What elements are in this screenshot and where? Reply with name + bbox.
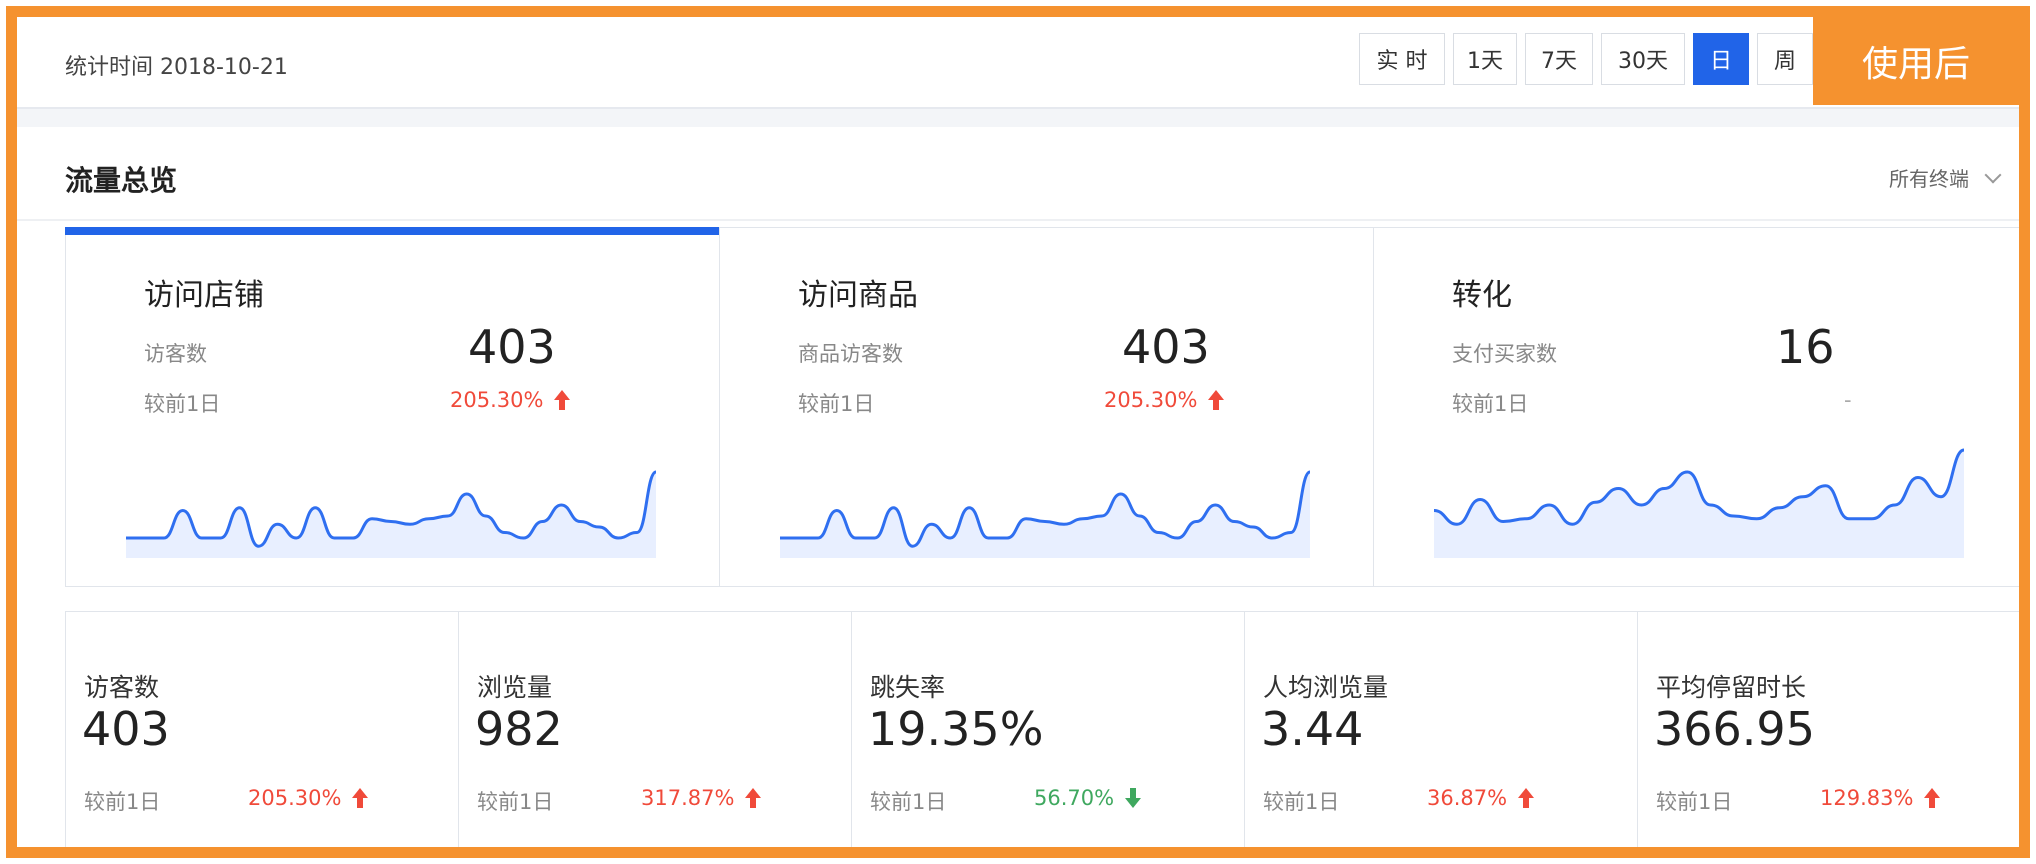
kpi-change: 317.87% [641, 786, 762, 810]
kpi-avg-stay-duration[interactable]: 平均停留时长 366.95 较前1日 129.83% [1637, 611, 2019, 847]
kpi-compare-label: 较前1日 [84, 790, 161, 814]
range-day-button[interactable]: 日 [1693, 33, 1749, 85]
sparkline-chart [780, 470, 1310, 558]
arrow-down-icon [1125, 788, 1142, 808]
panel-divider [17, 219, 2019, 221]
range-30day-button[interactable]: 30天 [1601, 33, 1685, 85]
range-realtime-button[interactable]: 实 时 [1359, 33, 1445, 85]
card-visit-store[interactable]: 访问店铺 访客数 403 较前1日 205.30% [65, 227, 720, 587]
sparkline-area [780, 472, 1310, 558]
arrow-up-icon [1518, 788, 1535, 808]
kpi-label: 跳失率 [870, 673, 946, 702]
sparkline-chart [1434, 448, 1964, 558]
kpi-value: 982 [475, 702, 563, 756]
overview-cards: 访问店铺 访客数 403 较前1日 205.30% 访问商品 商品访客数 403… [65, 227, 2019, 587]
card-change-value: 205.30% [1104, 388, 1198, 412]
arrow-up-icon [1924, 788, 1941, 808]
sparkline-area [126, 472, 656, 558]
range-7day-button[interactable]: 7天 [1525, 33, 1593, 85]
kpi-label: 平均停留时长 [1656, 673, 1807, 702]
time-range-selector: 实 时 1天 7天 30天 日 周 [1359, 33, 1813, 85]
kpi-compare-label: 较前1日 [477, 790, 554, 814]
range-1day-button[interactable]: 1天 [1453, 33, 1517, 85]
kpi-change-value: 56.70% [1034, 786, 1115, 810]
card-change-value: 205.30% [450, 388, 544, 412]
kpi-value: 19.35% [868, 702, 1044, 756]
arrow-up-icon [352, 788, 369, 808]
kpi-change: 129.83% [1820, 786, 1941, 810]
card-change: - [1844, 388, 1852, 412]
sparkline-area [1434, 450, 1964, 558]
kpi-change-value: 36.87% [1427, 786, 1508, 810]
kpi-change-value: 205.30% [248, 786, 342, 810]
top-bar: 统计时间 2018-10-21 实 时 1天 7天 30天 日 周 [17, 17, 2019, 109]
card-conversion[interactable]: 转化 支付买家数 16 较前1日 - [1373, 227, 2019, 587]
kpi-change: 205.30% [248, 786, 369, 810]
kpi-compare-label: 较前1日 [1656, 790, 1733, 814]
range-week-button[interactable]: 周 [1757, 33, 1813, 85]
kpi-value: 403 [82, 702, 170, 756]
card-metric-label: 支付买家数 [1452, 342, 1557, 366]
kpi-value: 3.44 [1261, 702, 1364, 756]
kpi-change-value: 129.83% [1820, 786, 1914, 810]
card-compare-label: 较前1日 [144, 392, 221, 416]
card-title: 访问店铺 [144, 278, 264, 313]
screenshot-frame: 使用后 统计时间 2018-10-21 实 时 1天 7天 30天 日 周 流量… [6, 6, 2030, 858]
card-visit-product[interactable]: 访问商品 商品访客数 403 较前1日 205.30% [719, 227, 1374, 587]
kpi-row: 访客数 403 较前1日 205.30% 浏览量 982 较前1日 317.87… [65, 611, 2019, 847]
card-compare-label: 较前1日 [798, 392, 875, 416]
panel-title: 流量总览 [65, 164, 178, 197]
kpi-pageviews[interactable]: 浏览量 982 较前1日 317.87% [458, 611, 852, 847]
kpi-label: 浏览量 [477, 673, 553, 702]
terminal-select-label: 所有终端 [1889, 167, 1969, 191]
kpi-bounce-rate[interactable]: 跳失率 19.35% 较前1日 56.70% [851, 611, 1245, 847]
kpi-visitors[interactable]: 访客数 403 较前1日 205.30% [65, 611, 459, 847]
sparkline-chart [126, 470, 656, 558]
card-title: 转化 [1452, 278, 1512, 313]
arrow-up-icon [745, 788, 762, 808]
arrow-up-icon [554, 390, 571, 410]
kpi-compare-label: 较前1日 [1263, 790, 1340, 814]
terminal-select[interactable]: 所有终端 [1889, 163, 2002, 192]
arrow-up-icon [1208, 390, 1225, 410]
kpi-change-value: 317.87% [641, 786, 735, 810]
card-metric-label: 访客数 [144, 342, 207, 366]
kpi-value: 366.95 [1654, 702, 1815, 756]
card-change: 205.30% [450, 388, 571, 412]
kpi-compare-label: 较前1日 [870, 790, 947, 814]
stat-time: 统计时间 2018-10-21 [65, 55, 288, 80]
chevron-down-icon [1984, 166, 2002, 183]
usage-after-badge: 使用后 [1813, 17, 2019, 105]
kpi-change: 56.70% [1034, 786, 1142, 810]
card-change-value: - [1844, 388, 1852, 412]
kpi-label: 访客数 [84, 673, 160, 702]
card-compare-label: 较前1日 [1452, 392, 1529, 416]
traffic-overview-panel: 流量总览 所有终端 访问店铺 访客数 403 较前1日 205.30% 访问商品… [17, 127, 2019, 847]
kpi-label: 人均浏览量 [1263, 673, 1389, 702]
card-title: 访问商品 [798, 278, 918, 313]
card-change: 205.30% [1104, 388, 1225, 412]
kpi-avg-pageviews[interactable]: 人均浏览量 3.44 较前1日 36.87% [1244, 611, 1638, 847]
card-metric-value: 403 [1122, 320, 1210, 374]
card-metric-value: 403 [468, 320, 556, 374]
kpi-change: 36.87% [1427, 786, 1535, 810]
card-metric-value: 16 [1776, 320, 1835, 374]
card-metric-label: 商品访客数 [798, 342, 903, 366]
